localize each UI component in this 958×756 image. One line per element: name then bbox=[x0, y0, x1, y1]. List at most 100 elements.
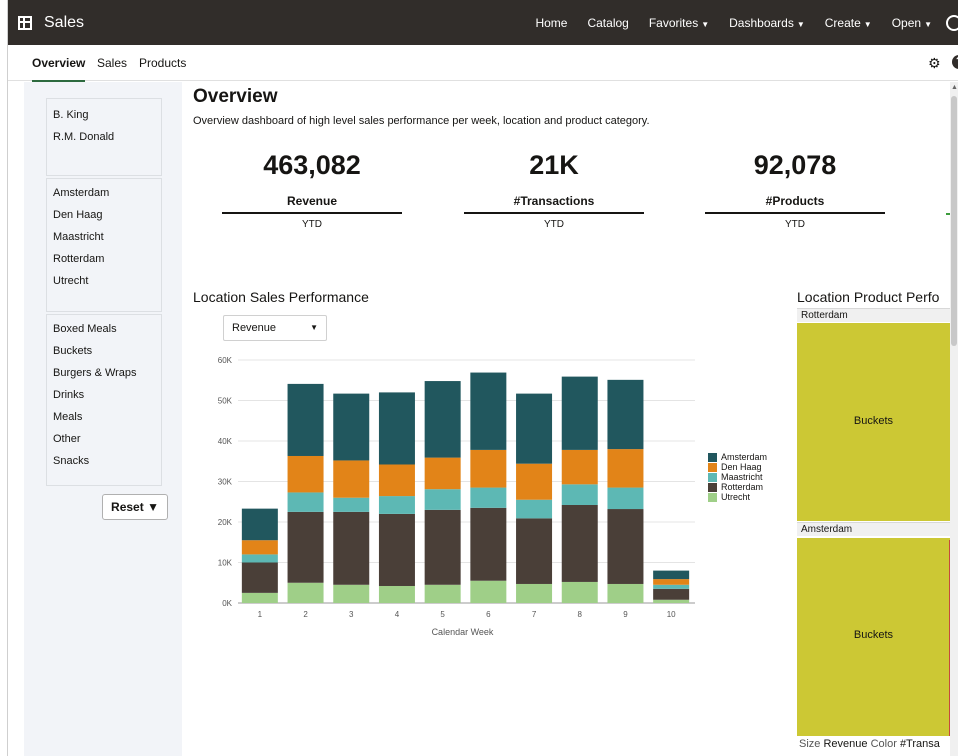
bar-segment bbox=[561, 504, 598, 582]
filter-item[interactable]: R.M. Donald bbox=[53, 131, 114, 143]
bar-segment bbox=[653, 570, 690, 580]
chevron-down-icon: ▼ bbox=[924, 19, 932, 29]
bar-segment bbox=[607, 509, 644, 584]
kpi-revenue: 463,082 Revenue YTD bbox=[222, 150, 402, 230]
user-icon[interactable] bbox=[946, 14, 958, 31]
bar-segment bbox=[607, 449, 644, 488]
treemap-footer: Size Revenue Color #Transa bbox=[799, 738, 940, 750]
filter-item[interactable]: Maastricht bbox=[53, 231, 104, 243]
kpi-label: #Transactions bbox=[513, 194, 595, 208]
legend-label: Amsterdam bbox=[721, 452, 768, 462]
legend-item: Maastricht bbox=[708, 472, 767, 482]
bar-segment bbox=[653, 584, 690, 589]
bar-segment bbox=[516, 583, 553, 603]
bar-segment bbox=[378, 496, 415, 514]
nav-favorites[interactable]: Favorites ▼ bbox=[649, 16, 709, 30]
treemap-cell-label: Buckets bbox=[853, 415, 894, 427]
filter-item[interactable]: Drinks bbox=[53, 389, 84, 401]
legend-swatch bbox=[708, 482, 717, 492]
treemap-group-header: Amsterdam bbox=[797, 522, 958, 536]
kpi-label: #Products bbox=[765, 194, 825, 208]
bar-segment bbox=[333, 511, 370, 585]
nav-open[interactable]: Open ▼ bbox=[892, 16, 932, 30]
bar-segment bbox=[607, 583, 644, 603]
bar-segment bbox=[470, 507, 507, 581]
y-tick-label: 10K bbox=[218, 559, 233, 568]
help-icon[interactable]: ? bbox=[952, 55, 958, 69]
bar-segment bbox=[333, 497, 370, 512]
legend-swatch bbox=[708, 472, 717, 482]
bar-segment bbox=[516, 518, 553, 584]
y-tick-label: 30K bbox=[218, 478, 233, 487]
app-grid-icon[interactable] bbox=[18, 15, 32, 30]
scrollbar-thumb[interactable] bbox=[951, 96, 957, 346]
nav-home[interactable]: Home bbox=[535, 16, 567, 30]
filter-item[interactable]: Meals bbox=[53, 411, 82, 423]
y-tick-label: 0K bbox=[222, 599, 232, 608]
filter-item[interactable]: Rotterdam bbox=[53, 253, 104, 265]
x-tick-label: 7 bbox=[532, 610, 537, 619]
filter-item[interactable]: Snacks bbox=[53, 455, 89, 467]
bar-segment bbox=[333, 460, 370, 498]
page-edge bbox=[0, 0, 8, 756]
filter-item[interactable]: Utrecht bbox=[53, 275, 88, 287]
bar-segment bbox=[424, 509, 461, 585]
filter-item[interactable]: Burgers & Wraps bbox=[53, 367, 137, 379]
bar-segment bbox=[653, 579, 690, 585]
legend-item: Utrecht bbox=[708, 492, 767, 502]
kpi-value: 92,078 bbox=[753, 150, 837, 180]
x-tick-label: 3 bbox=[349, 610, 354, 619]
filter-item[interactable]: Boxed Meals bbox=[53, 323, 117, 335]
scroll-up-icon[interactable]: ▲ bbox=[951, 84, 958, 91]
bar-segment bbox=[287, 455, 324, 493]
kpi-divider bbox=[705, 212, 885, 214]
location-sales-title: Location Sales Performance bbox=[193, 289, 369, 305]
legend-label: Maastricht bbox=[721, 472, 763, 482]
dashboard-tabs: Overview Sales Products ⚙ ? bbox=[8, 45, 958, 82]
bar-segment bbox=[607, 379, 644, 450]
chevron-down-icon: ▼ bbox=[863, 19, 872, 29]
tab-products[interactable]: Products bbox=[139, 56, 186, 70]
x-tick-label: 9 bbox=[623, 610, 628, 619]
tab-sales[interactable]: Sales bbox=[97, 56, 127, 70]
top-header: Sales Home Catalog Favorites ▼ Dashboards… bbox=[8, 0, 958, 45]
salesperson-filter: B. King R.M. Donald bbox=[46, 98, 162, 176]
bar-segment bbox=[287, 582, 324, 603]
app-title: Sales bbox=[44, 13, 85, 31]
y-tick-label: 60K bbox=[218, 356, 233, 365]
bar-segment bbox=[424, 584, 461, 603]
legend-label: Rotterdam bbox=[721, 482, 764, 492]
bar-segment bbox=[424, 381, 461, 458]
legend-item: Rotterdam bbox=[708, 482, 767, 492]
bar-segment bbox=[470, 372, 507, 450]
nav-dashboards[interactable]: Dashboards ▼ bbox=[729, 16, 805, 30]
filter-item[interactable]: Buckets bbox=[53, 345, 92, 357]
color-value: #Transa bbox=[899, 738, 940, 750]
nav-catalog[interactable]: Catalog bbox=[587, 16, 628, 30]
y-tick-label: 20K bbox=[218, 518, 233, 527]
bar-segment bbox=[241, 562, 278, 593]
bar-segment bbox=[424, 489, 461, 510]
bar-segment bbox=[607, 487, 644, 510]
filter-item[interactable]: Den Haag bbox=[53, 209, 103, 221]
reset-button[interactable]: Reset ▼ bbox=[102, 494, 168, 520]
x-tick-label: 5 bbox=[440, 610, 445, 619]
bar-segment bbox=[561, 376, 598, 450]
filter-item[interactable]: Amsterdam bbox=[53, 187, 109, 199]
bar-segment bbox=[424, 457, 461, 490]
nav-create[interactable]: Create ▼ bbox=[825, 16, 872, 30]
tab-overview[interactable]: Overview bbox=[32, 56, 86, 82]
filter-item[interactable]: B. King bbox=[53, 109, 88, 121]
legend-swatch bbox=[708, 492, 717, 502]
measure-select[interactable]: Revenue ▼ bbox=[223, 315, 327, 341]
kpi-sub: YTD bbox=[785, 219, 805, 230]
kpi-divider bbox=[222, 212, 402, 214]
filter-item[interactable]: Other bbox=[53, 433, 81, 445]
bar-segment bbox=[287, 492, 324, 512]
bar-segment bbox=[561, 581, 598, 603]
bar-segment bbox=[470, 580, 507, 603]
top-nav: Home Catalog Favorites ▼ Dashboards ▼ Crea… bbox=[515, 0, 958, 45]
gear-icon[interactable]: ⚙ bbox=[928, 55, 941, 72]
bar-segment bbox=[241, 508, 278, 541]
location-product-treemap: Rotterdam Buckets Amsterdam Buckets bbox=[797, 308, 958, 738]
